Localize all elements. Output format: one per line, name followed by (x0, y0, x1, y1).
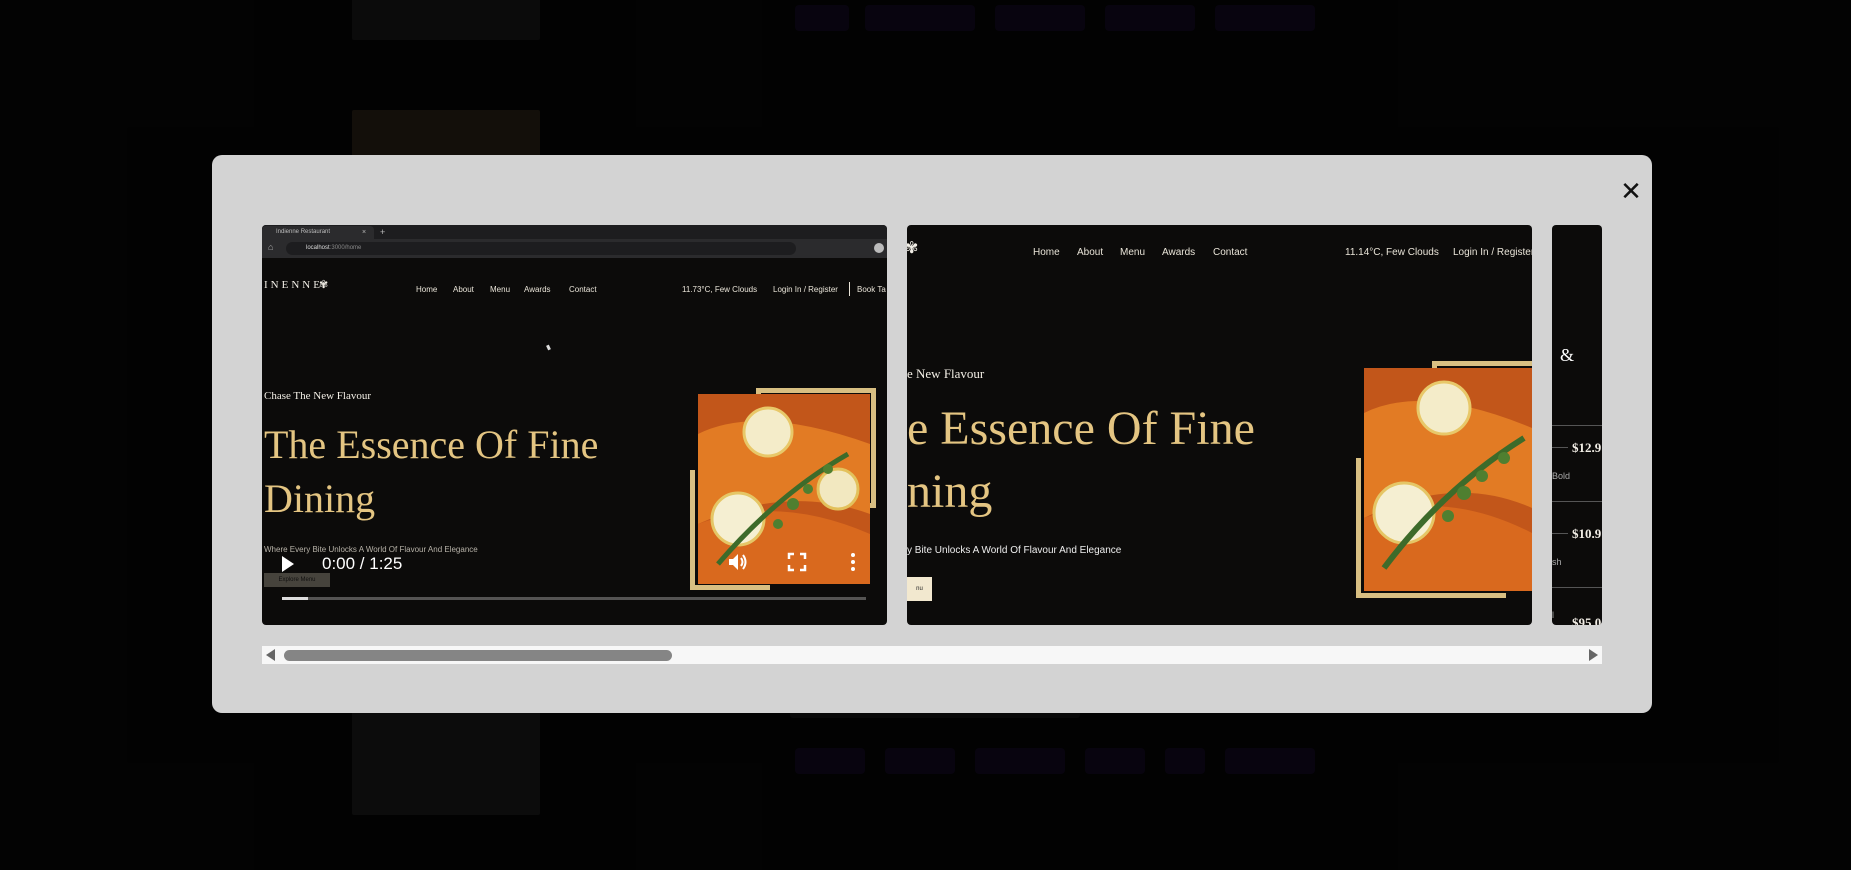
explore-menu-button: nu (907, 577, 932, 601)
nav-home: Home (1033, 247, 1060, 258)
url-field: localhost:3000/home (286, 242, 796, 255)
browser-tab-bar: Indienne Restaurant × + (262, 225, 887, 239)
hero-heading-line1: The Essence Of Fine (264, 422, 599, 467)
nav-contact: Contact (1213, 247, 1248, 258)
scroll-left-arrow-icon[interactable] (266, 649, 275, 661)
menu-item-price: $12.9 (1572, 440, 1602, 455)
menu-item-price: $95.0 (1572, 615, 1602, 625)
menu-item-desc: sh (1552, 557, 1562, 567)
nav-about: About (453, 285, 474, 294)
nav-menu: Menu (1120, 247, 1146, 258)
hero-subtitle: Where Every Bite Unlocks A World Of Flav… (264, 545, 478, 554)
video-time: 0:00 / 1:25 (322, 554, 403, 573)
menu-divider (1552, 425, 1602, 426)
carousel-scrollbar[interactable] (262, 646, 1602, 664)
media-carousel[interactable]: Indienne Restaurant × + ⌂ localhost:3000… (262, 225, 1602, 625)
scrollbar-thumb[interactable] (284, 650, 672, 661)
video-progress-fill (282, 597, 308, 600)
nav-book: Book Ta (857, 285, 886, 294)
volume-icon[interactable] (726, 551, 748, 573)
nav-about: About (1077, 247, 1104, 258)
url-path: :3000/home (329, 245, 362, 251)
profile-avatar (874, 243, 884, 253)
nav-login: Login In / Register (773, 285, 838, 294)
nav-login: Login In / Register (1453, 247, 1532, 258)
salmon-dish-image (1364, 368, 1532, 591)
browser-address-bar: ⌂ localhost:3000/home (262, 239, 887, 258)
menu-divider (1552, 587, 1602, 588)
screenshot-slide[interactable]: & $12.9 Bold $10.9 sh $95.0 l (1552, 225, 1602, 625)
fullscreen-icon[interactable] (786, 551, 808, 573)
hero-heading-line2: Dining (264, 476, 376, 521)
new-tab-icon: + (380, 227, 386, 237)
browser-tab-title: Indienne Restaurant (276, 229, 331, 235)
more-options-icon[interactable] (842, 551, 864, 573)
nav-home: Home (416, 285, 438, 294)
hero-heading-line1: e Essence Of Fine (907, 402, 1255, 455)
menu-divider (1552, 501, 1602, 502)
explore-menu-button: Explore Menu (264, 573, 330, 587)
scroll-right-arrow-icon[interactable] (1589, 649, 1598, 661)
nav-awards: Awards (1162, 247, 1196, 258)
screenshot-slide[interactable]: ✾ Home About Menu Awards Contact 11.14°C… (907, 225, 1532, 625)
hero-subtitle: y Bite Unlocks A World Of Flavour And El… (907, 545, 1122, 556)
video-progress-bar[interactable] (282, 597, 866, 600)
menu-item-price: $10.9 (1572, 526, 1602, 541)
home-icon: ⌂ (268, 242, 274, 252)
lotus-icon: ✾ (907, 240, 919, 257)
menu-dash (1552, 447, 1568, 448)
tab-close-icon: × (362, 229, 367, 236)
weather-readout: 11.14°C, Few Clouds (1345, 247, 1439, 258)
browser-tab: Indienne Restaurant (262, 226, 374, 239)
nav-contact: Contact (569, 285, 597, 294)
weather-readout: 11.73°C, Few Clouds (682, 285, 758, 294)
video-player[interactable]: Indienne Restaurant × + ⌂ localhost:3000… (262, 225, 887, 625)
hero-tagline: Chase The New Flavour (264, 390, 372, 402)
close-button[interactable]: ✕ (1616, 177, 1646, 207)
menu-item-desc: l (1552, 610, 1554, 620)
lotus-icon: ✾ (319, 279, 329, 291)
nav-menu: Menu (490, 285, 511, 294)
menu-dash (1552, 533, 1568, 534)
site-logo: INENNE (264, 279, 323, 291)
nav-divider (849, 282, 850, 296)
menu-item-desc: Bold (1552, 471, 1571, 481)
url-host: localhost (306, 245, 330, 251)
hero-heading-line2: ning (907, 465, 993, 518)
media-lightbox-modal: ✕ Indienne Restaurant × + ⌂ localhost:30… (212, 155, 1652, 713)
hero-tagline: e New Flavour (907, 366, 985, 381)
nav-awards: Awards (524, 285, 551, 294)
ampersand-icon: & (1560, 345, 1575, 365)
play-button[interactable] (282, 556, 294, 572)
mouse-cursor (546, 344, 551, 351)
